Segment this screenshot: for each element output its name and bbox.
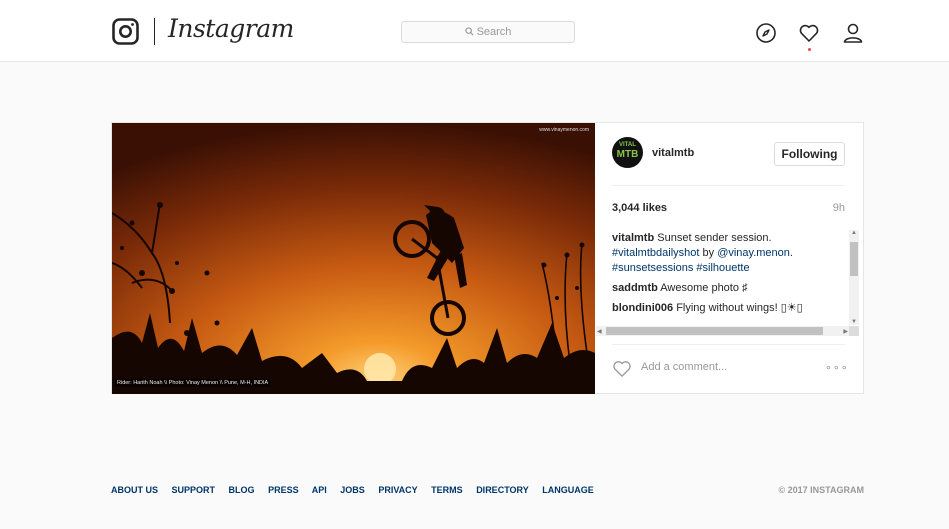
post-photo[interactable]: www.vinaymenon.com Rider: Harith Noah \\… [112,123,595,394]
comments-vertical-scrollbar[interactable]: ▲ ▼ [849,230,859,325]
logo-divider [154,18,155,45]
footer-link-api[interactable]: API [312,485,327,495]
caption: vitalmtb Sunset sender session. #vitalmt… [612,232,793,274]
mention-link[interactable]: @vinay.menon [717,247,790,259]
search-input[interactable]: Search [401,21,575,43]
add-comment-input[interactable]: Add a comment... [641,361,727,373]
footer-link-terms[interactable]: TERMS [431,485,463,495]
sunset-bike-photo [112,123,595,394]
post-details-panel: VITAL MTB vitalmtb Following 3,044 likes… [595,123,864,394]
notification-dot [808,48,811,51]
divider [612,185,845,186]
hashtag-link[interactable]: #vitalmtbdailyshot [612,247,699,259]
post-time[interactable]: 9h [833,202,845,214]
scroll-left-arrow-icon[interactable]: ◀ [597,328,602,335]
heart-activity-icon[interactable] [798,22,820,44]
comments-horizontal-scrollbar[interactable]: ◀ ▶ [596,326,849,336]
caption-username[interactable]: vitalmtb [612,232,654,244]
caption-by: by [702,247,715,259]
copyright: © 2017 INSTAGRAM [778,485,864,495]
footer-link-directory[interactable]: DIRECTORY [476,485,529,495]
instagram-wordmark[interactable]: Instagram [168,14,294,43]
photo-watermark: www.vinaymenon.com [539,127,589,133]
hashtag-link[interactable]: #silhouette [696,262,749,274]
scrollbar-corner [849,326,859,336]
scrollbar-thumb[interactable] [850,242,858,276]
like-heart-icon[interactable] [612,360,632,378]
avatar-text-top: VITAL [619,142,636,148]
scrollbar-thumb[interactable] [606,327,823,335]
divider [612,344,845,345]
comments-list[interactable]: vitalmtb Sunset sender session. #vitalmt… [612,231,847,328]
footer-link-jobs[interactable]: JOBS [340,485,365,495]
avatar-text-bottom: MTB [616,149,639,160]
post-username[interactable]: vitalmtb [652,147,694,159]
caption-text: Sunset sender session. [657,232,772,244]
footer-link-language[interactable]: LANGUAGE [542,485,594,495]
comment-username[interactable]: saddmtb [612,282,658,294]
post-card: www.vinaymenon.com Rider: Harith Noah \\… [111,122,864,394]
photo-credit: Rider: Harith Noah \\ Photo: Vinay Menon… [115,379,271,387]
likes-count[interactable]: 3,044 likes [612,202,667,214]
scroll-down-arrow-icon[interactable]: ▼ [851,319,857,325]
comment-item: blondini006 Flying without wings! ▯☀▯ [612,301,847,316]
comment-text: Flying without wings! ▯☀▯ [676,302,803,314]
comment-item: saddmtb Awesome photo ♯ [612,281,847,296]
footer-link-press[interactable]: PRESS [268,485,299,495]
search-icon [464,27,474,36]
footer-link-privacy[interactable]: PRIVACY [378,485,417,495]
scroll-right-arrow-icon[interactable]: ▶ [843,328,848,335]
following-button[interactable]: Following [774,142,845,166]
top-navigation-bar: Instagram Search [0,0,949,62]
more-options-button[interactable]: ∘∘∘ [825,361,849,374]
footer-link-about-us[interactable]: ABOUT US [111,485,158,495]
footer-links: ABOUT US SUPPORT BLOG PRESS API JOBS PRI… [111,485,605,495]
scroll-up-arrow-icon[interactable]: ▲ [851,230,857,236]
comment-username[interactable]: blondini006 [612,302,673,314]
comment-text: Awesome photo ♯ [660,282,748,294]
search-placeholder: Search [476,26,512,38]
profile-icon[interactable] [842,22,864,44]
avatar[interactable]: VITAL MTB [612,137,643,168]
footer-link-blog[interactable]: BLOG [229,485,255,495]
compass-explore-icon[interactable] [755,22,777,44]
footer-link-support[interactable]: SUPPORT [172,485,216,495]
instagram-camera-icon[interactable] [112,18,139,45]
hashtag-link[interactable]: #sunsetsessions [612,262,693,274]
